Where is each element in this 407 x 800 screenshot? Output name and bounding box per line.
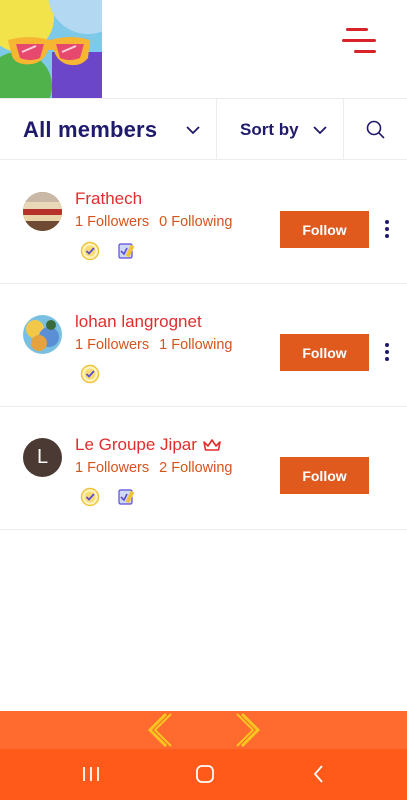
site-logo[interactable] [0,0,102,98]
following-count[interactable]: 2 Following [159,460,232,476]
member-name[interactable]: lohan langrognet [75,312,202,332]
follow-button[interactable]: Follow [280,457,369,494]
app-header [0,0,407,98]
edit-badge-icon[interactable] [116,241,136,261]
member-stats: 1 Followers 0 Following [75,214,232,230]
member-stats: 1 Followers 1 Following [75,337,232,353]
badge-list [80,364,100,384]
followers-count[interactable]: 1 Followers [75,337,149,353]
search-icon [366,120,385,139]
following-count[interactable]: 0 Following [159,214,232,230]
avatar[interactable] [23,315,62,354]
chevron-down-icon [186,126,200,135]
carousel-prev-icon[interactable] [144,711,174,749]
promo-carousel-bar [0,711,407,749]
check-badge-icon[interactable] [80,241,100,261]
followers-count[interactable]: 1 Followers [75,214,149,230]
more-options-icon[interactable] [380,218,394,240]
chevron-down-icon [313,126,327,135]
check-badge-icon[interactable] [80,364,100,384]
back-icon[interactable] [307,763,331,785]
avatar[interactable]: L [23,438,62,477]
followers-count[interactable]: 1 Followers [75,460,149,476]
carousel-next-icon[interactable] [234,711,264,749]
crown-icon [203,438,221,451]
check-badge-icon[interactable] [80,487,100,507]
follow-button[interactable]: Follow [280,334,369,371]
home-icon[interactable] [193,763,217,785]
member-stats: 1 Followers 2 Following [75,460,232,476]
avatar[interactable] [23,192,62,231]
member-name[interactable]: Le Groupe Jipar [75,435,221,455]
badge-list [80,487,136,507]
member-name[interactable]: Frathech [75,189,142,209]
search-button[interactable] [344,99,407,160]
badge-list [80,241,136,261]
sort-by-dropdown[interactable]: Sort by [217,99,343,160]
hamburger-menu-icon[interactable] [340,24,380,58]
all-members-label: All members [23,116,158,142]
member-card: Frathech 1 Followers 0 Following Follow [0,161,407,284]
all-members-dropdown[interactable]: All members [0,99,216,160]
member-card: L Le Groupe Jipar 1 Followers 2 Following… [0,407,407,530]
follow-button[interactable]: Follow [280,211,369,248]
recent-apps-icon[interactable] [79,763,103,785]
members-filter-bar: All members Sort by [0,98,407,160]
system-navigation-bar [0,749,407,800]
more-options-icon[interactable] [380,341,394,363]
edit-badge-icon[interactable] [116,487,136,507]
sort-by-label: Sort by [240,119,299,139]
member-card: lohan langrognet 1 Followers 1 Following … [0,284,407,407]
following-count[interactable]: 1 Following [159,337,232,353]
member-name-text: Le Groupe Jipar [75,435,197,454]
